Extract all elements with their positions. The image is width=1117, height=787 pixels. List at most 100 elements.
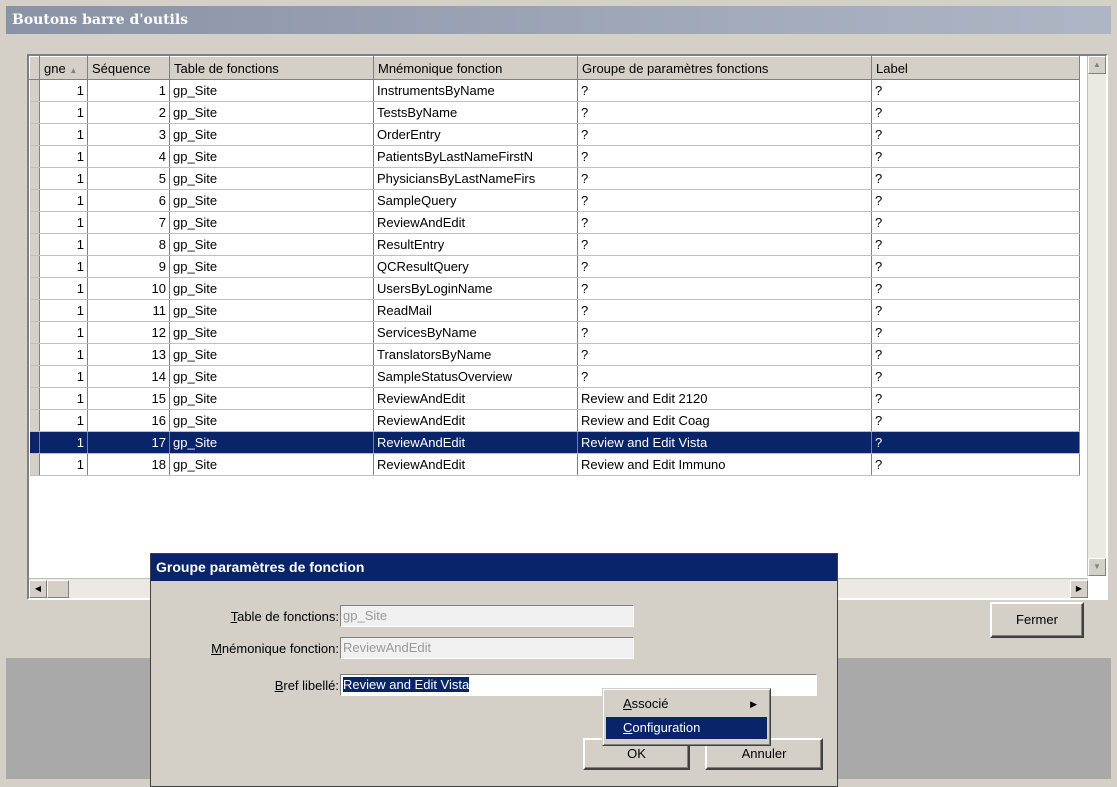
cell-label: ?	[871, 79, 1080, 102]
table-row[interactable]: 1 10 gp_Site UsersByLoginName??	[29, 277, 1080, 300]
cell-label: ?	[871, 211, 1080, 234]
row-selector[interactable]	[29, 387, 40, 410]
table-row[interactable]: 1 12 gp_Site ServicesByName??	[29, 321, 1080, 344]
sort-ascending-icon: ▲	[69, 65, 78, 75]
cell-ligne: 1	[39, 145, 88, 168]
cell-ligne: 1	[39, 101, 88, 124]
submenu-arrow-icon: ▶	[750, 699, 757, 709]
cell-sequence: 14	[87, 365, 170, 388]
row-selector[interactable]	[29, 189, 40, 212]
cell-label: ?	[871, 167, 1080, 190]
window-title: Boutons barre d'outils	[6, 6, 1111, 34]
cell-ligne: 1	[39, 299, 88, 322]
cell-sequence: 9	[87, 255, 170, 278]
cell-param-group: ?	[577, 167, 872, 190]
vertical-scrollbar[interactable]: ▲ ▼	[1087, 56, 1106, 576]
column-header-mnemonic[interactable]: Mnémonique fonction	[373, 56, 578, 80]
scroll-right-arrow-icon[interactable]: ▶	[1070, 580, 1088, 598]
cell-ligne: 1	[39, 387, 88, 410]
row-selector[interactable]	[29, 167, 40, 190]
cell-mnemonic: QCResultQuery	[373, 255, 578, 278]
table-row[interactable]: 1 18 gp_Site ReviewAndEdit Review and Edit I…	[29, 453, 1080, 476]
row-selector[interactable]	[29, 211, 40, 234]
scroll-left-arrow-icon[interactable]: ◀	[29, 580, 47, 598]
row-selector[interactable]	[29, 255, 40, 278]
scroll-up-arrow-icon[interactable]: ▲	[1088, 56, 1106, 74]
table-row[interactable]: 1 2 gp_Site TestsByName??	[29, 101, 1080, 124]
table-row[interactable]: 1 1 gp_Site InstrumentsByName??	[29, 79, 1080, 102]
grid[interactable]: gne ▲ Séquence Table de fonctions Mnémon…	[27, 54, 1108, 600]
cell-mnemonic: ReviewAndEdit	[373, 409, 578, 432]
cell-table: gp_Site	[169, 365, 374, 388]
cell-table: gp_Site	[169, 189, 374, 212]
scroll-down-arrow-icon[interactable]: ▼	[1088, 558, 1106, 576]
cell-param-group: ?	[577, 277, 872, 300]
cell-label: ?	[871, 145, 1080, 168]
cell-ligne: 1	[39, 431, 88, 454]
row-selector[interactable]	[29, 453, 40, 476]
row-selector[interactable]	[29, 79, 40, 102]
row-selector[interactable]	[29, 101, 40, 124]
function-params-dialog: Groupe paramètres de fonction Table de f…	[150, 553, 838, 787]
row-selector[interactable]	[29, 343, 40, 366]
cell-mnemonic: TestsByName	[373, 101, 578, 124]
row-selector[interactable]	[29, 299, 40, 322]
cell-table: gp_Site	[169, 123, 374, 146]
scroll-thumb[interactable]	[47, 580, 69, 598]
cell-sequence: 12	[87, 321, 170, 344]
column-header-ligne[interactable]: gne ▲	[39, 56, 88, 80]
row-selector[interactable]	[29, 321, 40, 344]
mnemonic-field: ReviewAndEdit	[340, 637, 634, 659]
row-selector[interactable]	[29, 145, 40, 168]
table-row[interactable]: 1 6 gp_Site SampleQuery??	[29, 189, 1080, 212]
cell-sequence: 3	[87, 123, 170, 146]
row-selector[interactable]	[29, 123, 40, 146]
row-selector[interactable]	[29, 409, 40, 432]
cell-mnemonic: ReviewAndEdit	[373, 453, 578, 476]
cell-label: ?	[871, 255, 1080, 278]
close-button[interactable]: Fermer	[990, 602, 1084, 638]
table-row[interactable]: 1 3 gp_Site OrderEntry??	[29, 123, 1080, 146]
cell-param-group: ?	[577, 343, 872, 366]
row-selector[interactable]	[29, 277, 40, 300]
cell-ligne: 1	[39, 233, 88, 256]
table-row[interactable]: 1 13 gp_Site TranslatorsByName??	[29, 343, 1080, 366]
cell-param-group: ?	[577, 79, 872, 102]
table-row[interactable]: 1 9 gp_Site QCResultQuery??	[29, 255, 1080, 278]
table-row[interactable]: 1 14 gp_Site SampleStatusOverview??	[29, 365, 1080, 388]
cell-sequence: 6	[87, 189, 170, 212]
table-row[interactable]: 1 7 gp_Site ReviewAndEdit??	[29, 211, 1080, 234]
row-selector[interactable]	[29, 431, 40, 454]
cell-label: ?	[871, 233, 1080, 256]
table-row[interactable]: 1 4 gp_Site PatientsByLastNameFirstN??	[29, 145, 1080, 168]
column-header-label: gne	[44, 60, 66, 76]
cell-mnemonic: ResultEntry	[373, 233, 578, 256]
table-row[interactable]: 1 8 gp_Site ResultEntry??	[29, 233, 1080, 256]
column-header-table[interactable]: Table de fonctions	[169, 56, 374, 80]
column-header-sequence[interactable]: Séquence	[87, 56, 170, 80]
row-selector[interactable]	[29, 365, 40, 388]
column-header-param-group[interactable]: Groupe de paramètres fonctions	[577, 56, 872, 80]
cell-mnemonic: UsersByLoginName	[373, 277, 578, 300]
table-row[interactable]: 1 17 gp_Site ReviewAndEdit Review and Edit V…	[29, 431, 1080, 454]
cell-mnemonic: SampleQuery	[373, 189, 578, 212]
table-row[interactable]: 1 5 gp_Site PhysiciansByLastNameFirs??	[29, 167, 1080, 190]
cell-ligne: 1	[39, 211, 88, 234]
menu-item-associe[interactable]: Associé ▶	[606, 693, 767, 715]
cell-param-group: ?	[577, 145, 872, 168]
table-field: gp_Site	[340, 605, 634, 627]
dialog-title: Groupe paramètres de fonction	[151, 554, 837, 581]
cell-ligne: 1	[39, 189, 88, 212]
cell-ligne: 1	[39, 277, 88, 300]
table-row[interactable]: 1 15 gp_Site ReviewAndEdit Review and Edit 2…	[29, 387, 1080, 410]
cell-param-group: ?	[577, 255, 872, 278]
cell-table: gp_Site	[169, 211, 374, 234]
column-header-label[interactable]: Label	[871, 56, 1080, 80]
table-row[interactable]: 1 11 gp_Site ReadMail??	[29, 299, 1080, 322]
table-row[interactable]: 1 16 gp_Site ReviewAndEdit Review and Edit C…	[29, 409, 1080, 432]
menu-item-configuration[interactable]: Configuration	[606, 717, 767, 739]
cell-table: gp_Site	[169, 387, 374, 410]
table-header-row: gne ▲ Séquence Table de fonctions Mnémon…	[29, 56, 1080, 80]
cell-param-group: ?	[577, 123, 872, 146]
row-selector[interactable]	[29, 233, 40, 256]
